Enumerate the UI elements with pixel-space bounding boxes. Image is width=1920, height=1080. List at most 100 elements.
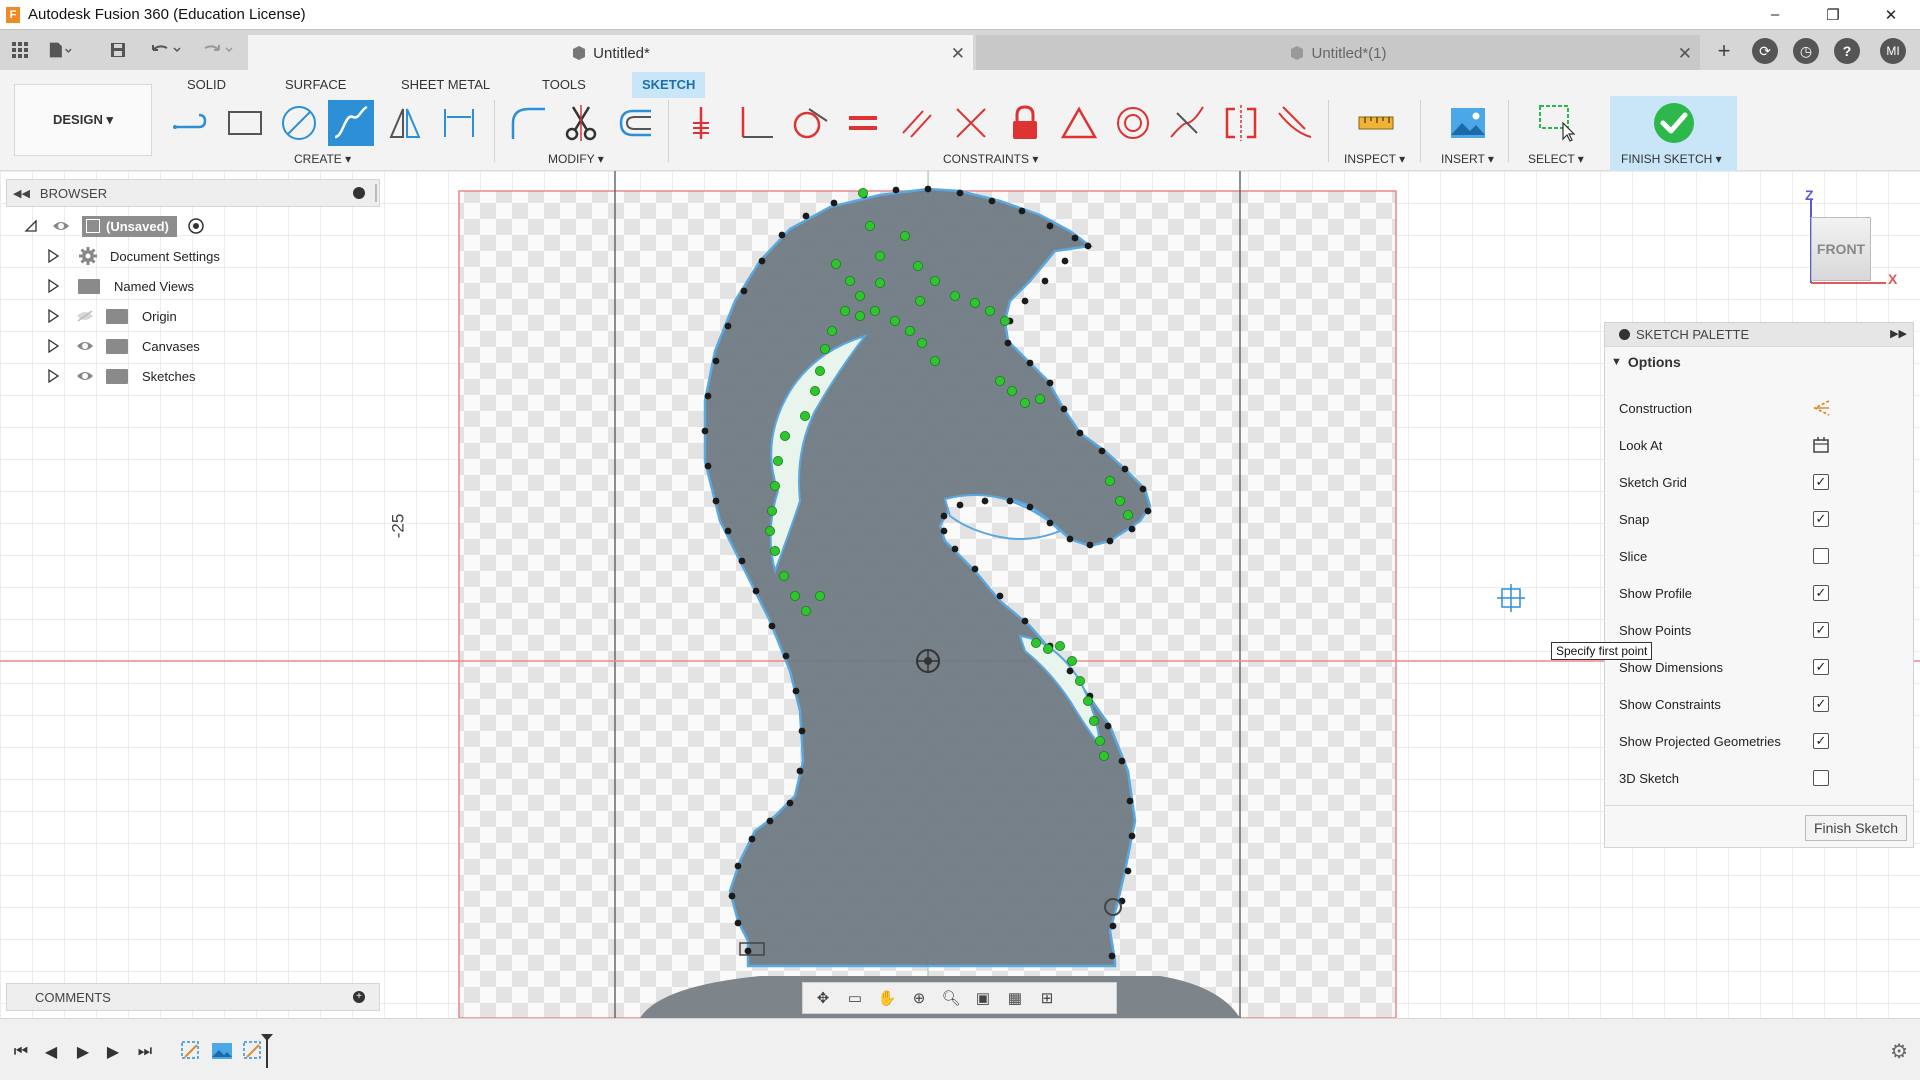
constraint-marker[interactable]	[1035, 393, 1046, 404]
sketch-point[interactable]	[704, 392, 712, 400]
browser-panel-header[interactable]: ◀◀ BROWSER	[6, 179, 380, 207]
timeline-canvas-item-icon[interactable]	[210, 1039, 234, 1063]
step-back-icon[interactable]: ◀	[40, 1041, 62, 1063]
constraint-marker[interactable]	[950, 291, 961, 302]
help-icon[interactable]: ?	[1834, 38, 1860, 64]
restore-button[interactable]: ❐	[1804, 0, 1862, 29]
sketch-point[interactable]	[940, 512, 948, 520]
sketch-point[interactable]	[1144, 507, 1152, 515]
constraint-marker[interactable]	[1067, 655, 1078, 666]
constraint-marker[interactable]	[1095, 736, 1106, 747]
sketch-point[interactable]	[1106, 537, 1114, 545]
go-to-end-icon[interactable]: ⏭	[134, 1041, 156, 1063]
sketch-point[interactable]	[728, 892, 736, 900]
sketch-point[interactable]	[1061, 257, 1069, 265]
constraint-marker[interactable]	[1123, 509, 1134, 520]
constraint-marker[interactable]	[779, 570, 790, 581]
tab-solid[interactable]: SOLID	[177, 72, 236, 98]
sketch-point[interactable]	[712, 357, 720, 365]
circle-tool-icon[interactable]	[276, 100, 322, 146]
add-comment-icon[interactable]: +	[353, 991, 365, 1003]
snap-checkbox[interactable]: ✓	[1813, 511, 1829, 527]
app-grid-icon[interactable]	[8, 38, 32, 62]
timeline-settings-gear-icon[interactable]: ⚙	[1890, 1039, 1908, 1064]
insert-group-label[interactable]: INSERT ▾	[1441, 152, 1494, 166]
look-at-nav-icon[interactable]: ▭	[843, 987, 867, 1009]
constraint-marker[interactable]	[800, 410, 811, 421]
expand-root-icon[interactable]	[24, 219, 38, 233]
browser-item-sketches[interactable]: Sketches	[46, 363, 195, 389]
extensions-icon[interactable]: ⟳	[1752, 38, 1778, 64]
sketch-point[interactable]	[951, 545, 959, 553]
sketch-point[interactable]	[956, 189, 964, 197]
user-avatar[interactable]: MI	[1880, 38, 1906, 64]
new-tab-plus-icon[interactable]: +	[1711, 38, 1737, 64]
sketch-point[interactable]	[740, 287, 748, 295]
sketch-point[interactable]	[1060, 405, 1068, 413]
constraint-marker[interactable]	[905, 325, 916, 336]
show-dimensions-checkbox[interactable]: ✓	[1813, 659, 1829, 675]
dimension-tool-icon[interactable]	[436, 100, 482, 146]
sketch-point[interactable]	[1026, 503, 1034, 511]
constraint-marker[interactable]	[1031, 637, 1042, 648]
constraint-marker[interactable]	[1043, 643, 1054, 654]
finish-sketch-button[interactable]: Finish Sketch	[1805, 815, 1907, 841]
constraint-marker[interactable]	[767, 505, 778, 516]
sketch-point[interactable]	[924, 185, 932, 193]
look-at-icon[interactable]	[1811, 435, 1831, 455]
curvature-constraint-icon[interactable]	[1164, 100, 1210, 146]
constraint-marker[interactable]	[765, 525, 776, 536]
sketch-point[interactable]	[778, 231, 786, 239]
visibility-eye-icon[interactable]	[52, 220, 70, 232]
line-tool-icon[interactable]	[168, 100, 214, 146]
constraint-marker[interactable]	[815, 365, 826, 376]
sketch-point[interactable]	[738, 557, 746, 565]
sketch-point[interactable]	[1139, 485, 1147, 493]
sketch-point[interactable]	[796, 767, 804, 775]
sketch-point[interactable]	[1026, 359, 1034, 367]
constraint-marker[interactable]	[870, 305, 881, 316]
sketch-point[interactable]	[758, 257, 766, 265]
fix-lock-constraint-icon[interactable]	[1002, 100, 1048, 146]
select-window-icon[interactable]	[1534, 100, 1580, 146]
undo-icon[interactable]	[146, 38, 186, 62]
redo-icon[interactable]	[198, 38, 238, 62]
constraint-marker[interactable]	[1000, 315, 1011, 326]
sketch-point[interactable]	[1021, 297, 1029, 305]
sketch-point[interactable]	[1066, 535, 1074, 543]
3d-sketch-checkbox[interactable]	[1813, 770, 1829, 786]
expand-icon[interactable]	[46, 309, 60, 323]
save-icon[interactable]	[106, 38, 130, 62]
slice-checkbox[interactable]	[1813, 548, 1829, 564]
sketch-point[interactable]	[1108, 952, 1116, 960]
browser-root-node[interactable]: (Unsaved)	[24, 213, 205, 239]
show-projected-geometries-checkbox[interactable]: ✓	[1813, 733, 1829, 749]
sketch-point[interactable]	[1076, 429, 1084, 437]
inspect-group-label[interactable]: INSPECT ▾	[1344, 152, 1405, 166]
sketch-point[interactable]	[1124, 867, 1132, 875]
constraint-marker[interactable]	[890, 315, 901, 326]
constraint-marker[interactable]	[930, 276, 941, 287]
constraint-marker[interactable]	[770, 480, 781, 491]
constraint-marker[interactable]	[810, 385, 821, 396]
timeline-marker-icon[interactable]	[260, 1033, 274, 1069]
expand-icon[interactable]	[46, 339, 60, 353]
option-show-dimensions[interactable]: Show Dimensions ✓	[1619, 649, 1899, 686]
constraint-marker[interactable]	[820, 343, 831, 354]
option-3d-sketch[interactable]: 3D Sketch	[1619, 760, 1899, 797]
grid-settings-icon[interactable]: ▦	[1003, 987, 1027, 1009]
option-slice[interactable]: Slice	[1619, 538, 1899, 575]
option-snap[interactable]: Snap ✓	[1619, 501, 1899, 538]
constraint-marker[interactable]	[875, 278, 886, 289]
constraint-marker[interactable]	[1099, 751, 1110, 762]
sketch-point[interactable]	[1104, 722, 1112, 730]
finish-sketch-check-icon[interactable]	[1651, 100, 1697, 146]
constraint-marker[interactable]	[770, 545, 781, 556]
browser-item-origin[interactable]: Origin	[46, 303, 177, 329]
sketch-point[interactable]	[971, 565, 979, 573]
browser-item-document-settings[interactable]: Document Settings	[46, 243, 220, 269]
tab-tools[interactable]: TOOLS	[532, 72, 596, 98]
spline-tool-icon[interactable]	[328, 100, 374, 146]
sketch-point[interactable]	[1071, 234, 1079, 242]
sketch-point[interactable]	[744, 947, 752, 955]
